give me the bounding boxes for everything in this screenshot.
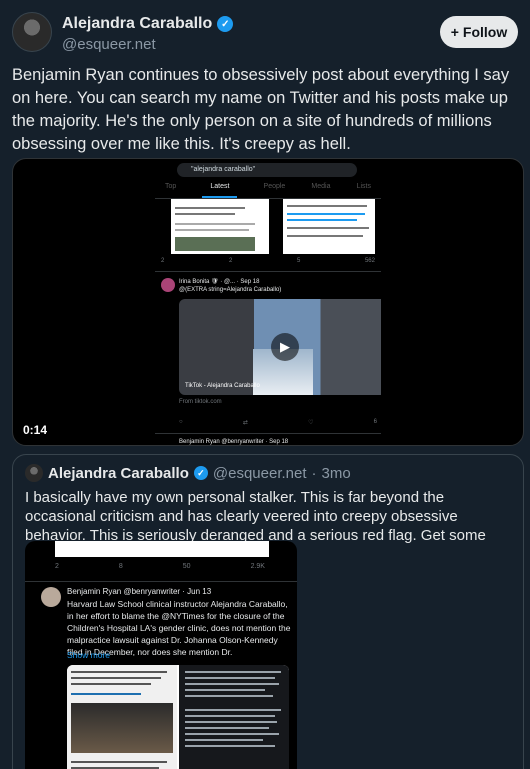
quote-image[interactable]: 2 8 50 2.9K Benjamin Ryan @benryanwriter… — [25, 541, 297, 769]
screenshot-avatar — [41, 587, 61, 607]
repost-icon: ⇄ — [242, 420, 248, 426]
divider — [155, 433, 381, 434]
recorded-count: 6 — [373, 419, 377, 425]
reply-icon: ○ — [179, 419, 183, 425]
screen-recording: "alejandra caraballo" Top Latest People … — [155, 159, 381, 445]
divider — [25, 581, 297, 582]
screenshot-show-more: Show more — [67, 650, 110, 660]
screenshot-actions: 2 8 50 2.9K — [55, 563, 265, 570]
screenshot-count: 8 — [118, 563, 123, 570]
recorded-video-label: TikTok - Alejandra Caraballo — [185, 383, 260, 389]
recorded-tab: Lists — [356, 183, 371, 190]
recorded-count: 5 — [296, 258, 301, 264]
recorded-actions: ○ ⇄ ♡ 6 — [179, 419, 377, 426]
screenshot-body: Harvard Law School clinical instructor A… — [67, 599, 291, 657]
follow-label: Follow — [462, 24, 508, 40]
recorded-source: From tiktok.com — [179, 399, 222, 405]
quote-timestamp: 3mo — [321, 464, 351, 482]
recorded-tab: People — [263, 183, 286, 190]
recorded-count: 2 — [161, 258, 165, 264]
recorded-article-card — [171, 199, 269, 254]
cropped-card — [55, 541, 269, 557]
author-name-row: Alejandra Caraballo ✓ — [62, 15, 234, 33]
recorded-tabs: Top Latest People Media Lists — [155, 183, 381, 199]
separator-dot: · — [311, 464, 317, 482]
recorded-count: 2 — [228, 258, 233, 264]
screenshot-user: Benjamin Ryan @benryanwriter · Jun 13 — [67, 587, 212, 596]
recorded-next-user: Benjamin Ryan @benryanwriter · Sep 18 — [179, 439, 289, 445]
screenshot-embedded-images — [67, 665, 289, 769]
recorded-avatar — [161, 278, 175, 292]
screenshot-count: 50 — [182, 563, 191, 570]
screenshot-count: 2.9K — [250, 563, 265, 570]
quoted-post[interactable]: Alejandra Caraballo ✓ @esqueer.net · 3mo… — [12, 454, 524, 769]
recorded-tab: Media — [311, 183, 331, 190]
avatar[interactable] — [12, 12, 52, 52]
quote-header: Alejandra Caraballo ✓ @esqueer.net · 3mo — [25, 464, 351, 482]
post-text: Benjamin Ryan continues to obsessively p… — [12, 66, 510, 153]
author-handle[interactable]: @esqueer.net — [62, 36, 156, 53]
recorded-tab-active: Latest — [202, 183, 238, 198]
quote-handle: @esqueer.net — [212, 464, 307, 482]
verified-badge-icon: ✓ — [217, 16, 234, 32]
quote-display-name: Alejandra Caraballo — [48, 464, 189, 482]
recorded-video-thumbnail: ▶ TikTok - Alejandra Caraballo — [179, 299, 381, 395]
recorded-tab: Top — [165, 183, 177, 190]
screenshot-count: 2 — [55, 563, 59, 570]
video-player[interactable]: "alejandra caraballo" Top Latest People … — [12, 158, 524, 446]
like-icon: ♡ — [308, 420, 314, 426]
recorded-post-user: Irina Bonita 🛡 · @... · Sep 18 — [179, 279, 260, 285]
post-header: Alejandra Caraballo ✓ @esqueer.net + Fol… — [12, 12, 518, 60]
recorded-post-text: @(EXTRA string=Alejandra Caraballo) — [179, 287, 282, 293]
verified-badge-icon: ✓ — [193, 466, 208, 480]
play-icon: ▶ — [271, 333, 299, 361]
recorded-actions: 2 2 5 562 — [161, 258, 375, 264]
recorded-highlighted-text — [283, 199, 375, 254]
recorded-count: 562 — [364, 258, 375, 264]
avatar — [25, 464, 43, 482]
divider — [155, 271, 381, 272]
plus-icon: + — [450, 24, 459, 40]
recorded-search-bar: "alejandra caraballo" — [177, 163, 357, 177]
author-display-name[interactable]: Alejandra Caraballo — [62, 15, 212, 33]
follow-button[interactable]: + Follow — [440, 16, 518, 48]
video-timestamp: 0:14 — [23, 423, 48, 437]
